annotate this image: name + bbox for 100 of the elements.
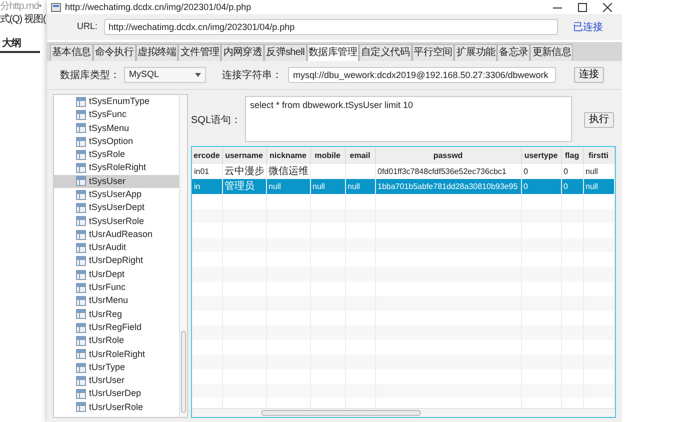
column-header[interactable]: mobile	[310, 147, 345, 164]
tree-item[interactable]: tUsrRoleRight	[54, 348, 179, 361]
sql-query-field[interactable]: select * from dbwework.tSysUser limit 10	[245, 96, 572, 142]
tab[interactable]: 平行空间	[412, 44, 454, 61]
tree-item[interactable]: tUsrAudit	[54, 241, 179, 255]
tree-item[interactable]: tSysFunc	[54, 108, 179, 122]
table-cell: null	[266, 179, 310, 194]
tree-item-label: tUsrUserDep	[89, 387, 142, 400]
column-header[interactable]: nickname	[266, 147, 310, 164]
table-icon	[76, 163, 86, 174]
tree-item-label: tSysOption	[89, 134, 134, 148]
tab[interactable]: 虚拟终端	[136, 44, 178, 61]
tree-item[interactable]: tUsrUser	[54, 374, 179, 388]
tab[interactable]: 反弹shell	[264, 44, 307, 61]
table-icon	[76, 190, 86, 200]
tree-item[interactable]: tUsrDept	[54, 268, 179, 282]
tree-item[interactable]: tSysUserDept	[54, 201, 179, 215]
horizontal-scrollbar[interactable]	[192, 408, 615, 417]
table-icon	[76, 256, 86, 266]
tree-item[interactable]: tUsrAudReason	[54, 228, 179, 242]
table-icon	[76, 96, 86, 107]
table-icon	[76, 376, 86, 386]
column-header[interactable]: firstti	[583, 147, 614, 164]
column-header[interactable]: flag	[561, 147, 583, 164]
run-button[interactable]: 执行	[584, 112, 614, 128]
tree-item[interactable]: tSysRole	[54, 148, 179, 162]
tree-item[interactable]: tSysMenu	[54, 122, 179, 135]
table-icon	[76, 296, 86, 306]
column-header[interactable]: usertype	[521, 147, 561, 164]
tab[interactable]: 扩展功能	[454, 44, 498, 61]
db-type-select[interactable]: MySQL	[124, 67, 206, 83]
tree-item-label: tUsrUser	[89, 374, 124, 388]
column-header[interactable]: username	[222, 147, 266, 164]
close-icon[interactable]	[603, 2, 612, 12]
tree-item[interactable]: tUsrReg	[54, 308, 179, 322]
column-header[interactable]: passwd	[375, 147, 521, 164]
tree-item-label: tSysMenu	[89, 122, 130, 135]
vertical-scrollbar[interactable]	[179, 95, 187, 417]
column-header[interactable]: ercode	[192, 147, 222, 164]
tree-item[interactable]: tSysUserRole	[54, 214, 179, 228]
table-icon	[76, 242, 86, 253]
tree-item[interactable]: tUsrDepRight	[54, 254, 179, 268]
db-type-label: 数据库类型：	[60, 68, 120, 82]
tree-item-label: tSysRoleRight	[89, 161, 146, 174]
url-field[interactable]: http://wechatimg.dcdx.cn/img/202301/04/p.php	[104, 19, 558, 35]
tree-item-label: tUsrMenu	[89, 294, 128, 308]
maximize-icon[interactable]	[578, 2, 587, 12]
url-label: URL:	[77, 20, 98, 34]
conn-string-field[interactable]: mysql://dbu_wework:dcdx2019@192.168.50.27:3306/dbwework	[288, 67, 556, 83]
tree-item-label: tSysEnumType	[89, 94, 150, 108]
table-icon	[76, 322, 86, 333]
tab[interactable]: 自定义代码	[359, 44, 412, 61]
tab[interactable]: 更新信息	[530, 44, 574, 61]
table-icon	[76, 110, 86, 120]
tree-item[interactable]: tSysRoleRight	[54, 161, 179, 175]
table-icon	[76, 309, 86, 320]
tab[interactable]: 数据库管理	[306, 44, 360, 61]
caret-icon	[195, 73, 201, 77]
tree-item-label: tUsrDept	[89, 268, 125, 281]
tab[interactable]: 命令执行	[92, 44, 136, 61]
conn-label: 连接字符串：	[222, 68, 282, 82]
tree-item[interactable]: tSysOption	[54, 134, 179, 148]
column-header[interactable]: email	[345, 147, 375, 164]
tab[interactable]: 内网穿透	[221, 44, 264, 61]
table-cell: 管理员	[222, 179, 266, 194]
tree-item-label: tSysUserRole	[89, 214, 144, 228]
table-icon	[76, 349, 86, 360]
tree-item[interactable]: tUsrType	[54, 360, 179, 374]
tab[interactable]: 基本信息	[50, 44, 93, 61]
panel-title: 大纲	[0, 37, 40, 53]
tree-item[interactable]: tUsrRegField	[54, 321, 179, 334]
tab[interactable]: 文件管理	[178, 44, 222, 61]
tree-item[interactable]: tSysUser	[54, 174, 179, 188]
tree-item[interactable]: tUsrRole	[54, 334, 179, 348]
table-icon	[76, 362, 86, 373]
tree-item[interactable]: tSysUserApp	[54, 188, 179, 202]
tree-item[interactable]: tUsrMenu	[54, 294, 179, 308]
tree-item-label: tUsrReg	[89, 308, 122, 321]
table-cell: null	[583, 179, 614, 194]
menu-item[interactable]: 视图(	[24, 13, 46, 27]
tree-item[interactable]: tUsrUserDep	[54, 388, 179, 401]
tree-item-label: tSysFunc	[89, 108, 127, 122]
table-cell: null	[310, 179, 345, 194]
table-icon	[76, 336, 86, 346]
connect-button[interactable]: 连接	[574, 67, 604, 83]
tab[interactable]: 备忘录	[497, 44, 530, 61]
tree-item-label: tUsrRegField	[89, 320, 142, 334]
table-icon	[76, 150, 86, 160]
tree-item-label: tUsrAudReason	[89, 228, 153, 241]
menu-item[interactable]: 式(Q)	[0, 13, 22, 27]
tree-item-label: tUsrType	[89, 360, 126, 374]
tree-item-label: tUsrRoleRight	[89, 348, 146, 361]
tree-item[interactable]: tUsrUserRole	[54, 400, 179, 414]
tree-item[interactable]: tUsrFunc	[54, 281, 179, 294]
tree-item-label: tSysUser	[89, 174, 126, 188]
tree-item-label: tUsrDepRight	[89, 254, 144, 268]
table-icon	[76, 176, 86, 186]
tree-item[interactable]: tSysEnumType	[54, 95, 179, 108]
tree-item-label: tUsrUserRole	[89, 400, 144, 414]
table-cell: 0	[561, 179, 583, 194]
